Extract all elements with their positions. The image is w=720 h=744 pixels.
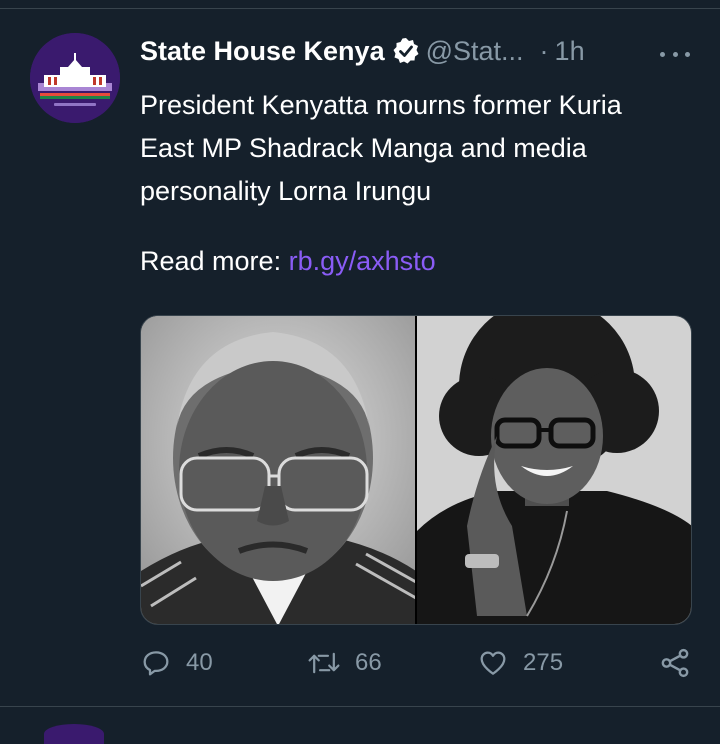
- tweet-text: President Kenyatta mourns former Kuria E…: [140, 84, 700, 213]
- media-grid: [140, 315, 692, 625]
- tweet-text-line: President Kenyatta mourns former Kuria: [140, 90, 622, 120]
- next-tweet-avatar[interactable]: [44, 724, 104, 744]
- share-icon: [661, 648, 689, 678]
- photo-right[interactable]: [417, 316, 691, 624]
- tweet-actions: 40 66 275: [140, 641, 700, 685]
- reply-button[interactable]: 40: [140, 641, 213, 685]
- like-button[interactable]: 275: [477, 641, 563, 685]
- tweet-link[interactable]: rb.gy/axhsto: [289, 246, 436, 276]
- like-count: 275: [523, 649, 564, 676]
- tweet-header: State House Kenya @Stat... · 1h: [140, 31, 585, 71]
- tweet-card[interactable]: State House Kenya @Stat... · 1h Presiden…: [0, 9, 720, 703]
- state-house-logo-icon: [30, 33, 120, 123]
- reply-icon: [143, 651, 169, 676]
- portrait-woman-photo-icon: [417, 316, 691, 624]
- share-button[interactable]: [658, 641, 692, 685]
- tweet-timestamp[interactable]: 1h: [555, 36, 585, 67]
- avatar[interactable]: [30, 33, 120, 123]
- author-name[interactable]: State House Kenya: [140, 36, 385, 67]
- reply-count: 40: [186, 649, 213, 676]
- separator-dot: ·: [539, 35, 549, 66]
- retweet-icon: [308, 652, 340, 674]
- author-handle[interactable]: @Stat...: [426, 36, 524, 67]
- tweet-text-line: personality Lorna Irungu: [140, 176, 432, 206]
- retweet-count: 66: [355, 649, 382, 676]
- bottom-divider: [0, 706, 720, 707]
- photo-left[interactable]: [141, 316, 415, 624]
- read-more-label: Read more:: [140, 246, 282, 276]
- read-more-line: Read more: rb.gy/axhsto: [140, 244, 436, 278]
- more-options-icon[interactable]: [660, 49, 690, 59]
- heart-icon: [480, 651, 506, 675]
- retweet-button[interactable]: 66: [307, 641, 382, 685]
- tweet-text-line: East MP Shadrack Manga and media: [140, 133, 587, 163]
- verified-badge-icon: [392, 37, 420, 65]
- portrait-man-photo-icon: [141, 316, 415, 624]
